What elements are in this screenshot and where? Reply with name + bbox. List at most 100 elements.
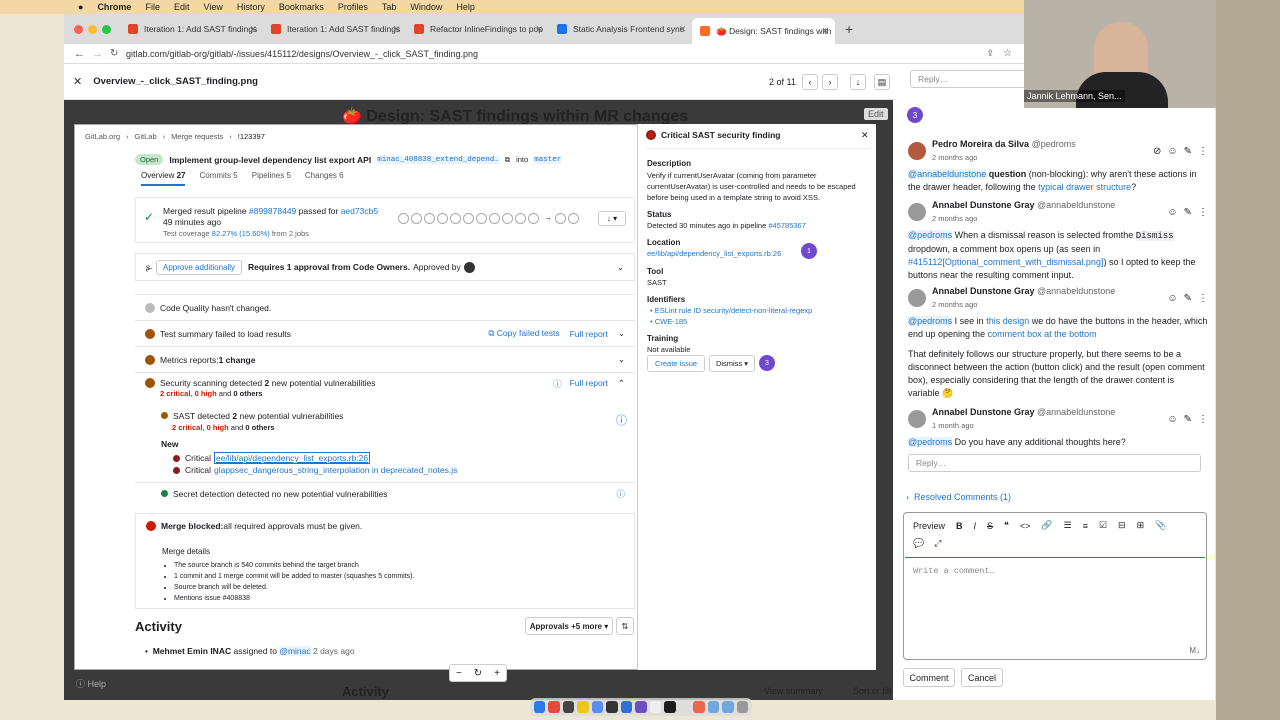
more-actions-icon[interactable]: ⋮ <box>1198 292 1208 305</box>
trash-icon[interactable] <box>736 701 749 713</box>
dismiss-dropdown[interactable]: Dismiss ▾ <box>709 355 755 372</box>
back-icon[interactable]: ← <box>74 48 85 60</box>
menu-bookmarks[interactable]: Bookmarks <box>279 2 324 12</box>
edit-icon[interactable]: ✎ <box>1184 206 1192 219</box>
copy-branch-icon[interactable]: ⧉ <box>505 155 510 165</box>
comment-textarea[interactable]: Write a comment… <box>905 557 1205 641</box>
emoji-icon[interactable]: ☺ <box>1167 145 1177 158</box>
sidebar-toggle-icon[interactable]: ▤ <box>874 74 890 90</box>
tab-overview[interactable]: Overview 27 <box>141 171 186 186</box>
apple-icon[interactable]: ● <box>78 2 83 12</box>
menu-history[interactable]: History <box>237 2 265 12</box>
target-branch[interactable]: master <box>534 155 562 164</box>
zoom-out-icon[interactable]: − <box>456 668 462 679</box>
menu-tab[interactable]: Tab <box>382 2 397 12</box>
collapse-chevron-icon[interactable]: ⌃ <box>618 378 625 389</box>
collapsible-icon[interactable]: ⊟ <box>1118 520 1126 531</box>
identifier-link[interactable]: • ESLint rule ID security/detect-non-lit… <box>650 305 871 316</box>
avatar[interactable] <box>908 203 926 221</box>
expand-chevron-icon[interactable]: ⌄ <box>618 328 625 339</box>
next-design-button[interactable]: › <box>822 74 838 90</box>
menu-edit[interactable]: Edit <box>174 2 190 12</box>
app-icon[interactable] <box>562 701 575 713</box>
close-design-icon[interactable]: ✕ <box>73 75 82 88</box>
tab-changes[interactable]: Changes 6 <box>305 171 344 186</box>
thread-pin-badge[interactable]: 3 <box>907 107 923 123</box>
browser-tab[interactable]: Iteration 1: Add SAST findings ✕ <box>263 18 406 40</box>
app-icon[interactable] <box>635 701 647 713</box>
emoji-icon[interactable]: ☺ <box>1167 292 1177 305</box>
close-tab-icon[interactable]: ✕ <box>678 24 686 35</box>
comment-template-icon[interactable]: 💬 <box>913 538 924 549</box>
numbered-list-icon[interactable]: ≡ <box>1083 521 1088 531</box>
prev-design-button[interactable]: ‹ <box>802 74 818 90</box>
expand-chevron-icon[interactable]: ⌄ <box>618 354 625 365</box>
reload-icon[interactable]: ↻ <box>110 48 118 59</box>
browser-tab[interactable]: Static Analysis Frontend sync ✕ <box>549 18 692 40</box>
close-drawer-icon[interactable]: ✕ <box>861 130 869 141</box>
more-actions-icon[interactable]: ⋮ <box>1198 206 1208 219</box>
browser-tab-active[interactable]: 🍅 Design: SAST findings with ✕ <box>692 18 835 44</box>
avatar[interactable] <box>908 142 926 160</box>
new-tab-icon[interactable]: + <box>845 21 853 37</box>
comment-button[interactable]: Comment <box>903 668 955 687</box>
full-report-link[interactable]: Full report <box>570 329 608 339</box>
minimize-window-icon[interactable] <box>88 24 97 34</box>
close-tab-icon[interactable]: ✕ <box>249 24 257 35</box>
create-issue-button[interactable]: Create issue <box>647 355 705 372</box>
vscode-icon[interactable] <box>620 701 633 713</box>
strikethrough-icon[interactable]: S <box>987 521 993 531</box>
url-input[interactable]: gitlab.com/gitlab-org/gitlab/-/issues/41… <box>126 49 478 59</box>
edit-icon[interactable]: ✎ <box>1184 292 1192 305</box>
chrome-icon[interactable] <box>577 701 589 713</box>
menu-app[interactable]: Chrome <box>97 2 131 12</box>
sort-icon[interactable]: ⇅ <box>616 617 634 635</box>
full-report-link[interactable]: Full report <box>570 378 608 388</box>
design-pin-3[interactable]: 3 <box>759 355 775 371</box>
share-icon[interactable]: ⇪ <box>986 48 994 59</box>
italic-icon[interactable]: I <box>974 521 977 531</box>
window-controls[interactable] <box>64 24 120 34</box>
reply-input[interactable]: Reply… <box>908 454 1201 472</box>
close-window-icon[interactable] <box>74 24 83 34</box>
copy-failed-tests-button[interactable]: ⧉ Copy failed tests <box>488 328 559 339</box>
approve-additionally-button[interactable]: Approve additionally <box>156 259 243 275</box>
help-button[interactable]: ⓘ Help <box>76 677 106 690</box>
tab-commits[interactable]: Commits 5 <box>199 171 237 186</box>
browser-tab[interactable]: Iteration 1: Add SAST findings ✕ <box>120 18 263 40</box>
table-icon[interactable]: ⊞ <box>1137 520 1145 531</box>
app-icon[interactable] <box>591 701 604 713</box>
menu-window[interactable]: Window <box>410 2 442 12</box>
resolve-thread-icon[interactable]: ⊘ <box>1153 145 1161 158</box>
reset-zoom-icon[interactable]: ↻ <box>474 668 482 679</box>
close-tab-icon[interactable]: ✕ <box>392 24 400 35</box>
finding-row[interactable]: Critical ee/lib/api/dependency_list_expor… <box>173 452 371 464</box>
app-icon[interactable] <box>649 701 662 713</box>
calendar-icon[interactable] <box>678 701 691 713</box>
app-icon[interactable] <box>548 701 560 713</box>
avatar[interactable] <box>908 289 926 307</box>
finder-icon[interactable] <box>534 701 546 713</box>
menu-view[interactable]: View <box>203 2 222 12</box>
finding-link[interactable]: glappsec_dangerous_string_interpolation … <box>214 465 457 475</box>
preview-tab[interactable]: Preview <box>913 521 945 531</box>
design-pin-1[interactable]: 1 <box>801 243 817 259</box>
close-tab-icon[interactable]: ✕ <box>821 26 829 37</box>
edit-icon[interactable]: ✎ <box>1184 145 1192 158</box>
tab-pipelines[interactable]: Pipelines 5 <box>252 171 291 186</box>
resolved-comments-toggle[interactable]: › Resolved Comments (1) <box>906 492 1011 502</box>
menu-file[interactable]: File <box>145 2 160 12</box>
folder-icon[interactable] <box>707 701 720 713</box>
browser-tab[interactable]: Refactor InlineFindings to pop ✕ <box>406 18 549 40</box>
folder-icon[interactable] <box>722 701 734 713</box>
emoji-icon[interactable]: ☺ <box>1167 413 1177 426</box>
avatar[interactable] <box>908 410 926 428</box>
bold-icon[interactable]: B <box>956 521 963 531</box>
info-icon[interactable]: ⓘ <box>616 488 625 500</box>
info-icon[interactable]: ⓘ <box>553 378 562 390</box>
menu-help[interactable]: Help <box>456 2 475 12</box>
menu-profiles[interactable]: Profiles <box>338 2 368 12</box>
artifacts-download-button[interactable]: ↓ ▾ <box>598 211 626 226</box>
edit-icon[interactable]: ✎ <box>1184 413 1192 426</box>
pipeline-link[interactable]: #45785367 <box>768 221 806 230</box>
